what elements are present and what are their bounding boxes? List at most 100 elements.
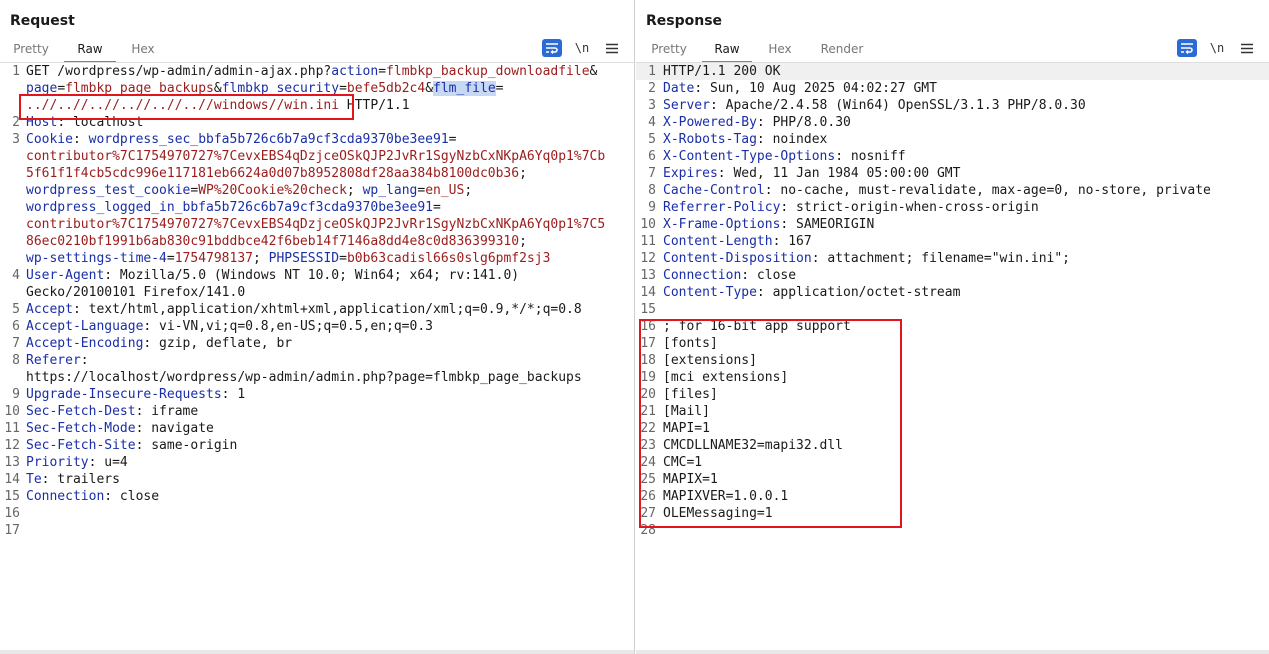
- token-key: Upgrade-Insecure-Requests: [26, 387, 222, 402]
- request-line: contributor%7C1754970727%7CevxEBS4qDzjce…: [0, 148, 634, 165]
- token-text: : no-cache, must-revalidate, max-age=0, …: [764, 183, 1211, 198]
- token-key: wordpress_test_cookie: [26, 183, 191, 198]
- line-number: 6: [12, 319, 20, 334]
- token-text: =: [433, 200, 441, 215]
- request-line: 12 Sec-Fetch-Site: same-origin: [0, 437, 634, 454]
- line-number: 3: [12, 132, 20, 147]
- token-text: : vi-VN,vi;q=0.8,en-US;q=0.5,en;q=0.3: [143, 319, 433, 334]
- response-line: 2 Date: Sun, 10 Aug 2025 04:02:27 GMT: [636, 80, 1269, 97]
- token-key: wordpress_logged_in_bbfa5b726c6b7a9cf3cd…: [26, 200, 433, 215]
- token-text: : nosniff: [835, 149, 906, 164]
- response-line: 5 X-Robots-Tag: noindex: [636, 131, 1269, 148]
- token-text: : text/html,application/xhtml+xml,applic…: [72, 302, 582, 317]
- line-number: 4: [12, 268, 20, 283]
- request-line: 5f61f1f4cb5cdc996e117181eb6624a0d07b8952…: [0, 165, 634, 182]
- token-text: : PHP/8.0.30: [756, 115, 851, 130]
- response-line: 8 Cache-Control: no-cache, must-revalidat…: [636, 182, 1269, 199]
- request-line: 1 GET /wordpress/wp-admin/admin-ajax.php?…: [0, 63, 634, 80]
- token-key: Sec-Fetch-Dest: [26, 404, 136, 419]
- token-text: : gzip, deflate, br: [143, 336, 293, 351]
- line-number: 10: [4, 404, 20, 419]
- token-key: Expires: [663, 166, 718, 181]
- token-text: : attachment; filename="win.ini";: [811, 251, 1070, 266]
- request-tab-raw[interactable]: Raw: [64, 38, 116, 63]
- request-toolbar: \n: [542, 38, 622, 58]
- token-key: wp-settings-time-4: [26, 251, 167, 266]
- request-line: 8 Referer:: [0, 352, 634, 369]
- line-text: Server: Apache/2.4.58 (Win64) OpenSSL/3.…: [663, 97, 1265, 114]
- response-title: Response: [646, 13, 723, 29]
- token-key: Connection: [663, 268, 742, 283]
- request-line: wordpress_test_cookie=WP%20Cookie%20chec…: [0, 182, 634, 199]
- show-newlines-button[interactable]: \n: [572, 39, 592, 57]
- token-text: =: [378, 64, 387, 79]
- token-text: ;: [253, 251, 269, 266]
- line-number: 15: [4, 489, 20, 504]
- response-tab-render[interactable]: Render: [812, 38, 872, 61]
- line-number: 8: [648, 183, 656, 198]
- line-text: Expires: Wed, 11 Jan 1984 05:00:00 GMT: [663, 165, 1265, 182]
- token-key: wordpress_sec_bbfa5b726c6b7a9cf3cda9370b…: [88, 132, 449, 147]
- response-tab-pretty[interactable]: Pretty: [644, 38, 694, 61]
- line-number: 3: [648, 98, 656, 113]
- request-line: 3 Cookie: wordpress_sec_bbfa5b726c6b7a9cf…: [0, 131, 634, 148]
- request-horizontal-scrollbar[interactable]: [0, 650, 634, 654]
- line-number: 13: [640, 268, 656, 283]
- token-key: Date: [663, 81, 695, 96]
- line-text: 5f61f1f4cb5cdc996e117181eb6624a0d07b8952…: [26, 165, 630, 182]
- line-text: Connection: close: [663, 267, 1265, 284]
- request-line: 7 Accept-Encoding: gzip, deflate, br: [0, 335, 634, 352]
- token-text: :: [80, 353, 89, 368]
- line-text: Priority: u=4: [26, 454, 630, 471]
- token-key: X-Content-Type-Options: [663, 149, 836, 164]
- response-tab-hex[interactable]: Hex: [760, 38, 800, 61]
- line-number: 14: [4, 472, 20, 487]
- line-text: X-Powered-By: PHP/8.0.30: [663, 114, 1265, 131]
- line-text: contributor%7C1754970727%7CevxEBS4qDzjce…: [26, 148, 630, 165]
- request-editor[interactable]: 1 GET /wordpress/wp-admin/admin-ajax.php?…: [0, 62, 634, 650]
- request-line: 16: [0, 505, 634, 522]
- line-text: X-Robots-Tag: noindex: [663, 131, 1265, 148]
- wrap-lines-icon[interactable]: [542, 39, 562, 57]
- token-key: flm_file: [433, 81, 496, 96]
- token-key: Accept-Encoding: [26, 336, 144, 351]
- line-number: 1: [648, 64, 656, 79]
- menu-icon[interactable]: [602, 39, 622, 57]
- line-number: 11: [640, 234, 656, 249]
- response-line: 13 Connection: close: [636, 267, 1269, 284]
- request-line: contributor%7C1754970727%7CevxEBS4qDzjce…: [0, 216, 634, 233]
- response-line: 12 Content-Disposition: attachment; filen…: [636, 250, 1269, 267]
- token-text: : close: [741, 268, 797, 283]
- show-newlines-button[interactable]: \n: [1207, 39, 1227, 57]
- line-text: Sec-Fetch-Dest: iframe: [26, 403, 630, 420]
- request-tab-pretty[interactable]: Pretty: [6, 38, 56, 61]
- wrap-lines-icon[interactable]: [1177, 39, 1197, 57]
- token-value: 5f61f1f4cb5cdc996e117181eb6624a0d07b8952…: [26, 166, 520, 181]
- token-text: https://localhost/wordpress/wp-admin/adm…: [26, 370, 582, 385]
- token-key: X-Frame-Options: [663, 217, 781, 232]
- token-key: Accept: [26, 302, 73, 317]
- token-key: Server: [663, 98, 710, 113]
- response-line: 1 HTTP/1.1 200 OK: [636, 63, 1269, 80]
- response-line: 9 Referrer-Policy: strict-origin-when-cro…: [636, 199, 1269, 216]
- token-value: b0b63cadisl66s0slg6pmf2sj3: [346, 251, 551, 266]
- request-tab-hex[interactable]: Hex: [122, 38, 164, 61]
- response-line: 15: [636, 301, 1269, 318]
- token-text: : SAMEORIGIN: [780, 217, 875, 232]
- response-horizontal-scrollbar[interactable]: [636, 650, 1269, 654]
- response-pane: Response Pretty Raw Hex Render \n 1 HTTP/…: [636, 0, 1269, 654]
- token-value: 86ec0210bf1991b6ab830c91bddbce42f6beb14f…: [26, 234, 520, 249]
- request-line: 5 Accept: text/html,application/xhtml+xml…: [0, 301, 634, 318]
- token-text: ;: [464, 183, 473, 198]
- menu-icon[interactable]: [1237, 39, 1257, 57]
- token-text: : Sun, 10 Aug 2025 04:02:27 GMT: [694, 81, 937, 96]
- line-text: Connection: close: [26, 488, 630, 505]
- request-line: 10 Sec-Fetch-Dest: iframe: [0, 403, 634, 420]
- request-line: 9 Upgrade-Insecure-Requests: 1: [0, 386, 634, 403]
- token-text: : same-origin: [135, 438, 238, 453]
- line-text: wordpress_test_cookie=WP%20Cookie%20chec…: [26, 182, 630, 199]
- response-tab-raw[interactable]: Raw: [702, 38, 752, 63]
- token-key: PHPSESSID: [268, 251, 340, 266]
- line-number: 7: [12, 336, 20, 351]
- http-message-viewer: Request Pretty Raw Hex \n 1 GET /wordpres…: [0, 0, 1269, 654]
